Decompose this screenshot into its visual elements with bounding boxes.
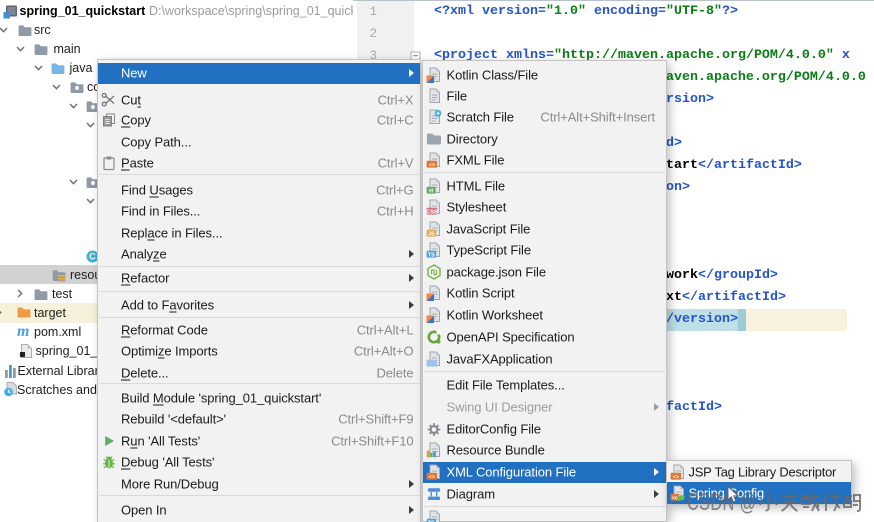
svg-text:<>: <>: [429, 163, 435, 169]
svg-text:TS: TS: [428, 252, 435, 258]
svg-text:<>: <>: [672, 474, 678, 480]
svg-text:H: H: [429, 188, 433, 194]
svg-text:CSS: CSS: [426, 210, 437, 216]
svg-text:JS: JS: [428, 231, 435, 237]
svg-text:<>: <>: [429, 475, 435, 481]
svg-text:<c: <c: [671, 496, 677, 502]
svg-text:C: C: [89, 251, 96, 261]
